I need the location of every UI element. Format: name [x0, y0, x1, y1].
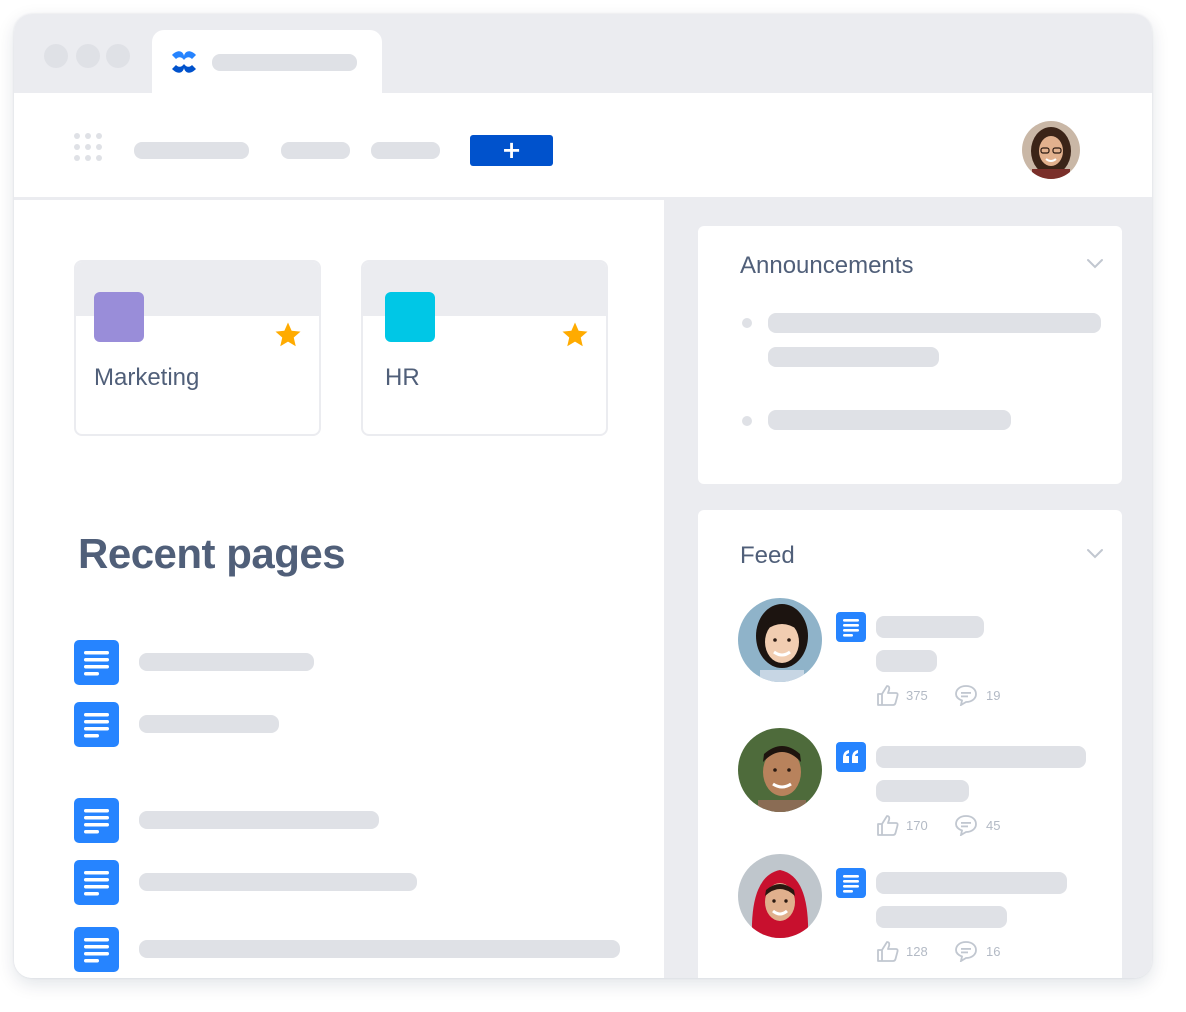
recent-pages-heading: Recent pages [78, 530, 346, 577]
chevron-down-icon[interactable] [1086, 256, 1104, 270]
announcement-line[interactable] [768, 410, 1011, 430]
window-close-dot[interactable] [44, 44, 68, 68]
bullet [742, 318, 752, 328]
browser-window: + Marketing HR Recent pages Announcement… [14, 14, 1152, 978]
announcements-title: Announcements [740, 252, 914, 279]
feed-stats: 170 45 [876, 814, 1076, 836]
comment-icon[interactable] [954, 684, 978, 706]
top-navigation: + [14, 93, 1152, 200]
window-maximize-dot[interactable] [106, 44, 130, 68]
recent-page-item[interactable] [74, 798, 654, 843]
profile-avatar[interactable] [1022, 121, 1080, 179]
likes-count: 128 [906, 944, 928, 959]
user-avatar-icon [738, 854, 822, 938]
recent-page-item[interactable] [74, 702, 654, 747]
quote-icon [836, 742, 866, 772]
comments-count: 45 [986, 818, 1001, 833]
page-icon [74, 798, 119, 843]
space-name: HR [385, 364, 420, 391]
like-icon[interactable] [876, 814, 900, 836]
feed-avatar[interactable] [738, 854, 822, 938]
feed-item[interactable]: 375 19 [738, 598, 1118, 718]
main-content: Marketing HR Recent pages [14, 200, 664, 978]
page-icon [836, 612, 866, 642]
window-minimize-dot[interactable] [76, 44, 100, 68]
announcements-panel: Announcements [698, 226, 1122, 484]
feed-stats: 128 16 [876, 940, 1076, 962]
likes-count: 375 [906, 688, 928, 703]
feed-avatar[interactable] [738, 728, 822, 812]
recent-page-item[interactable] [74, 927, 654, 972]
page-icon [74, 640, 119, 685]
feed-panel: Feed 375 19 170 45 128 16 [698, 510, 1122, 978]
announcement-line[interactable] [768, 313, 1101, 333]
star-icon[interactable] [273, 320, 303, 350]
feed-title: Feed [740, 542, 795, 569]
star-icon[interactable] [560, 320, 590, 350]
recent-page-item[interactable] [74, 640, 654, 685]
like-icon[interactable] [876, 940, 900, 962]
like-icon[interactable] [876, 684, 900, 706]
feed-avatar[interactable] [738, 598, 822, 682]
space-card-hr[interactable]: HR [361, 260, 608, 436]
page-icon [74, 860, 119, 905]
likes-count: 170 [906, 818, 928, 833]
page-icon [74, 702, 119, 747]
nav-item-placeholder[interactable] [281, 142, 350, 159]
space-avatar-hr [385, 292, 435, 342]
feed-item[interactable]: 128 16 [738, 854, 1118, 974]
nav-home-placeholder[interactable] [134, 142, 249, 159]
user-avatar-icon [1022, 121, 1080, 179]
comment-icon[interactable] [954, 814, 978, 836]
app-switcher-icon[interactable] [74, 133, 106, 165]
feed-stats: 375 19 [876, 684, 1076, 706]
comment-icon[interactable] [954, 940, 978, 962]
space-name: Marketing [94, 364, 200, 391]
bullet [742, 416, 752, 426]
comments-count: 16 [986, 944, 1001, 959]
announcement-line[interactable] [768, 347, 939, 367]
tab-title-placeholder [212, 54, 357, 71]
user-avatar-icon [738, 598, 822, 682]
feed-item[interactable]: 170 45 [738, 728, 1118, 848]
page-icon [836, 868, 866, 898]
space-avatar-marketing [94, 292, 144, 342]
nav-item-placeholder[interactable] [371, 142, 440, 159]
comments-count: 19 [986, 688, 1001, 703]
create-button[interactable]: + [470, 135, 553, 166]
chevron-down-icon[interactable] [1086, 546, 1104, 560]
browser-titlebar [14, 14, 1152, 93]
page-icon [74, 927, 119, 972]
browser-tab[interactable] [152, 30, 382, 93]
space-card-marketing[interactable]: Marketing [74, 260, 321, 436]
user-avatar-icon [738, 728, 822, 812]
confluence-logo-icon [172, 51, 196, 73]
recent-page-item[interactable] [74, 860, 654, 905]
right-sidebar: Announcements Feed 375 19 170 45 128 16 [664, 200, 1152, 978]
